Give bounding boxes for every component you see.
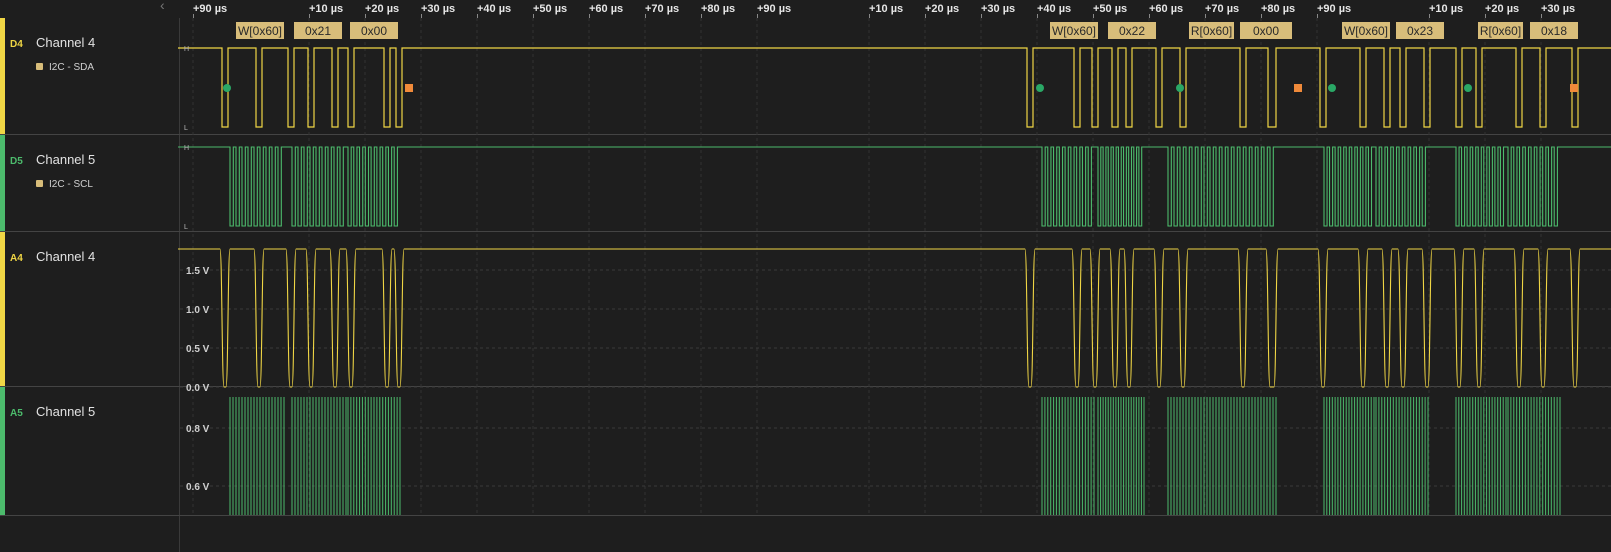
decoded-frame[interactable]: 0x23 bbox=[1396, 22, 1444, 39]
analog-axis-label: 0.6 V bbox=[186, 482, 210, 493]
level-high-label: H bbox=[184, 145, 189, 152]
analog-axis-label: 0.5 V bbox=[186, 344, 210, 355]
decoded-frame[interactable]: R[0x60] bbox=[1478, 22, 1523, 39]
analog-axis-label: 1.0 V bbox=[186, 305, 210, 316]
decoded-frame-label: 0x00 bbox=[361, 24, 387, 38]
waveform-canvas[interactable]: H L H L W[0x60] 0x21 0x00 W[0x60] 0x22 R[0x60] 0x0… bbox=[0, 0, 1611, 552]
decoded-frame-label: 0x21 bbox=[305, 24, 331, 38]
decoded-frame-label: W[0x60] bbox=[238, 24, 282, 38]
decoded-frame[interactable]: 0x00 bbox=[350, 22, 398, 39]
i2c-start-marker bbox=[1464, 84, 1472, 92]
decoded-frame[interactable]: 0x22 bbox=[1108, 22, 1156, 39]
decoded-frame-label: W[0x60] bbox=[1052, 24, 1096, 38]
i2c-start-marker bbox=[1036, 84, 1044, 92]
decoded-frame[interactable]: 0x18 bbox=[1530, 22, 1578, 39]
decoded-frame[interactable]: W[0x60] bbox=[236, 22, 284, 39]
i2c-stop-marker bbox=[1570, 84, 1578, 92]
decoded-frame-label: R[0x60] bbox=[1191, 24, 1232, 38]
sda-digital-trace bbox=[178, 47, 1611, 128]
i2c-stop-marker bbox=[1294, 84, 1302, 92]
level-high-label: H bbox=[184, 46, 189, 53]
level-low-label: L bbox=[184, 224, 188, 231]
decoded-frame[interactable]: W[0x60] bbox=[1050, 22, 1098, 39]
analog-axis-label: 0.0 V bbox=[186, 383, 210, 394]
level-low-label: L bbox=[184, 125, 188, 132]
i2c-start-marker bbox=[1176, 84, 1184, 92]
analog-axis-label: 1.5 V bbox=[186, 266, 210, 277]
decoded-frame-label: 0x18 bbox=[1541, 24, 1567, 38]
i2c-start-marker bbox=[223, 84, 231, 92]
i2c-start-marker bbox=[1328, 84, 1336, 92]
decoded-frame-label: 0x22 bbox=[1119, 24, 1145, 38]
decoded-frame[interactable]: 0x21 bbox=[294, 22, 342, 39]
decoded-frame[interactable]: R[0x60] bbox=[1189, 22, 1234, 39]
analog-axis-label: 0.8 V bbox=[186, 424, 210, 435]
decoded-frame-label: 0x23 bbox=[1407, 24, 1433, 38]
decoded-frame-label: 0x00 bbox=[1253, 24, 1279, 38]
decoded-frame-label: W[0x60] bbox=[1344, 24, 1388, 38]
decoded-frame[interactable]: W[0x60] bbox=[1342, 22, 1390, 39]
scl-analog-trace bbox=[229, 397, 1561, 515]
decoded-frame[interactable]: 0x00 bbox=[1240, 22, 1292, 39]
i2c-stop-marker bbox=[405, 84, 413, 92]
scl-digital-trace bbox=[178, 146, 1611, 227]
decoded-frame-label: R[0x60] bbox=[1480, 24, 1521, 38]
